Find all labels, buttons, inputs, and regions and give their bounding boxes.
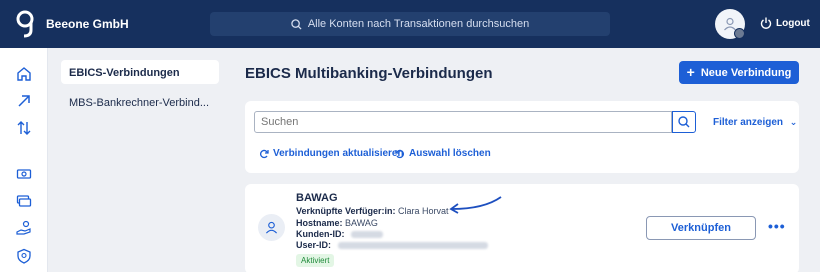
user-value-redacted bbox=[337, 242, 488, 250]
hand-coin-icon[interactable] bbox=[16, 220, 32, 236]
filter-card: Filter anzeigen ⌄ Verbindungen aktualisi… bbox=[245, 101, 799, 173]
plus-icon: + bbox=[686, 63, 695, 80]
reset-icon bbox=[395, 149, 404, 158]
global-search-placeholder: Alle Konten nach Transaktionen durchsuch… bbox=[307, 18, 530, 30]
subnav-item-mbs[interactable]: MBS-Bankrechner-Verbind... bbox=[61, 90, 219, 114]
app-logo-icon[interactable] bbox=[14, 10, 36, 38]
hostname-line: Hostname: BAWAG bbox=[296, 218, 378, 228]
verfueger-label: Verknüpfte Verfüger:in: bbox=[296, 206, 396, 216]
new-connection-button[interactable]: + Neue Verbindung bbox=[679, 61, 799, 84]
refresh-label: Verbindungen aktualisieren bbox=[273, 148, 404, 159]
more-options-button[interactable]: ••• bbox=[768, 218, 786, 234]
logout-label: Logout bbox=[776, 17, 810, 29]
power-icon bbox=[760, 17, 772, 29]
link-button[interactable]: Verknüpfen bbox=[646, 216, 756, 240]
new-connection-label: Neue Verbindung bbox=[700, 66, 792, 79]
kunden-line: Kunden-ID: bbox=[296, 229, 384, 239]
subnav-item-ebics[interactable]: EBICS-Verbindungen bbox=[61, 60, 219, 84]
annotation-arrow-icon bbox=[449, 196, 502, 214]
arrow-up-right-icon[interactable] bbox=[16, 93, 32, 109]
sub-navigation: EBICS-Verbindungen MBS-Bankrechner-Verbi… bbox=[49, 48, 229, 272]
bank-name: BAWAG bbox=[296, 192, 338, 204]
refresh-connections-link[interactable]: Verbindungen aktualisieren bbox=[259, 148, 404, 159]
filter-toggle-label: Filter anzeigen bbox=[713, 117, 784, 128]
user-line: User-ID: bbox=[296, 240, 488, 250]
search-input[interactable] bbox=[254, 111, 672, 133]
logout-button[interactable]: Logout bbox=[760, 17, 810, 29]
hostname-label: Hostname: bbox=[296, 218, 343, 228]
chevron-down-icon: ⌄ bbox=[789, 117, 798, 127]
verfueger-line: Verknüpfte Verfüger:in: Clara Horvat bbox=[296, 206, 449, 216]
user-label: User-ID: bbox=[296, 240, 332, 250]
page-title: EBICS Multibanking-Verbindungen bbox=[245, 65, 493, 82]
search-icon bbox=[291, 18, 302, 30]
filter-toggle[interactable]: Filter anzeigen ⌄ bbox=[713, 117, 797, 128]
kunden-label: Kunden-ID: bbox=[296, 229, 345, 239]
transfer-arrows-icon[interactable] bbox=[16, 120, 32, 136]
shield-icon[interactable] bbox=[16, 248, 32, 264]
settings-badge-icon bbox=[734, 28, 745, 39]
company-name: Beeone GmbH bbox=[46, 17, 129, 31]
cash-icon[interactable] bbox=[16, 166, 32, 182]
connection-avatar bbox=[258, 214, 285, 241]
connection-card: BAWAG Verknüpfte Verfüger:in: Clara Horv… bbox=[245, 184, 799, 272]
user-icon bbox=[265, 221, 278, 234]
global-search[interactable]: Alle Konten nach Transaktionen durchsuch… bbox=[210, 12, 610, 36]
search-button[interactable] bbox=[672, 111, 696, 133]
top-bar: Beeone GmbH Alle Konten nach Transaktion… bbox=[0, 0, 820, 48]
clear-selection-link[interactable]: Auswahl löschen bbox=[395, 148, 491, 159]
refresh-icon bbox=[260, 149, 269, 158]
home-icon[interactable] bbox=[16, 66, 32, 82]
cards-icon[interactable] bbox=[16, 193, 32, 209]
verfueger-value: Clara Horvat bbox=[398, 206, 449, 216]
clear-label: Auswahl löschen bbox=[409, 148, 491, 159]
kunden-value-redacted bbox=[351, 231, 384, 239]
icon-rail bbox=[0, 48, 48, 272]
hostname-value: BAWAG bbox=[345, 218, 378, 228]
status-badge: Aktiviert bbox=[296, 254, 335, 267]
search-icon bbox=[678, 116, 690, 128]
